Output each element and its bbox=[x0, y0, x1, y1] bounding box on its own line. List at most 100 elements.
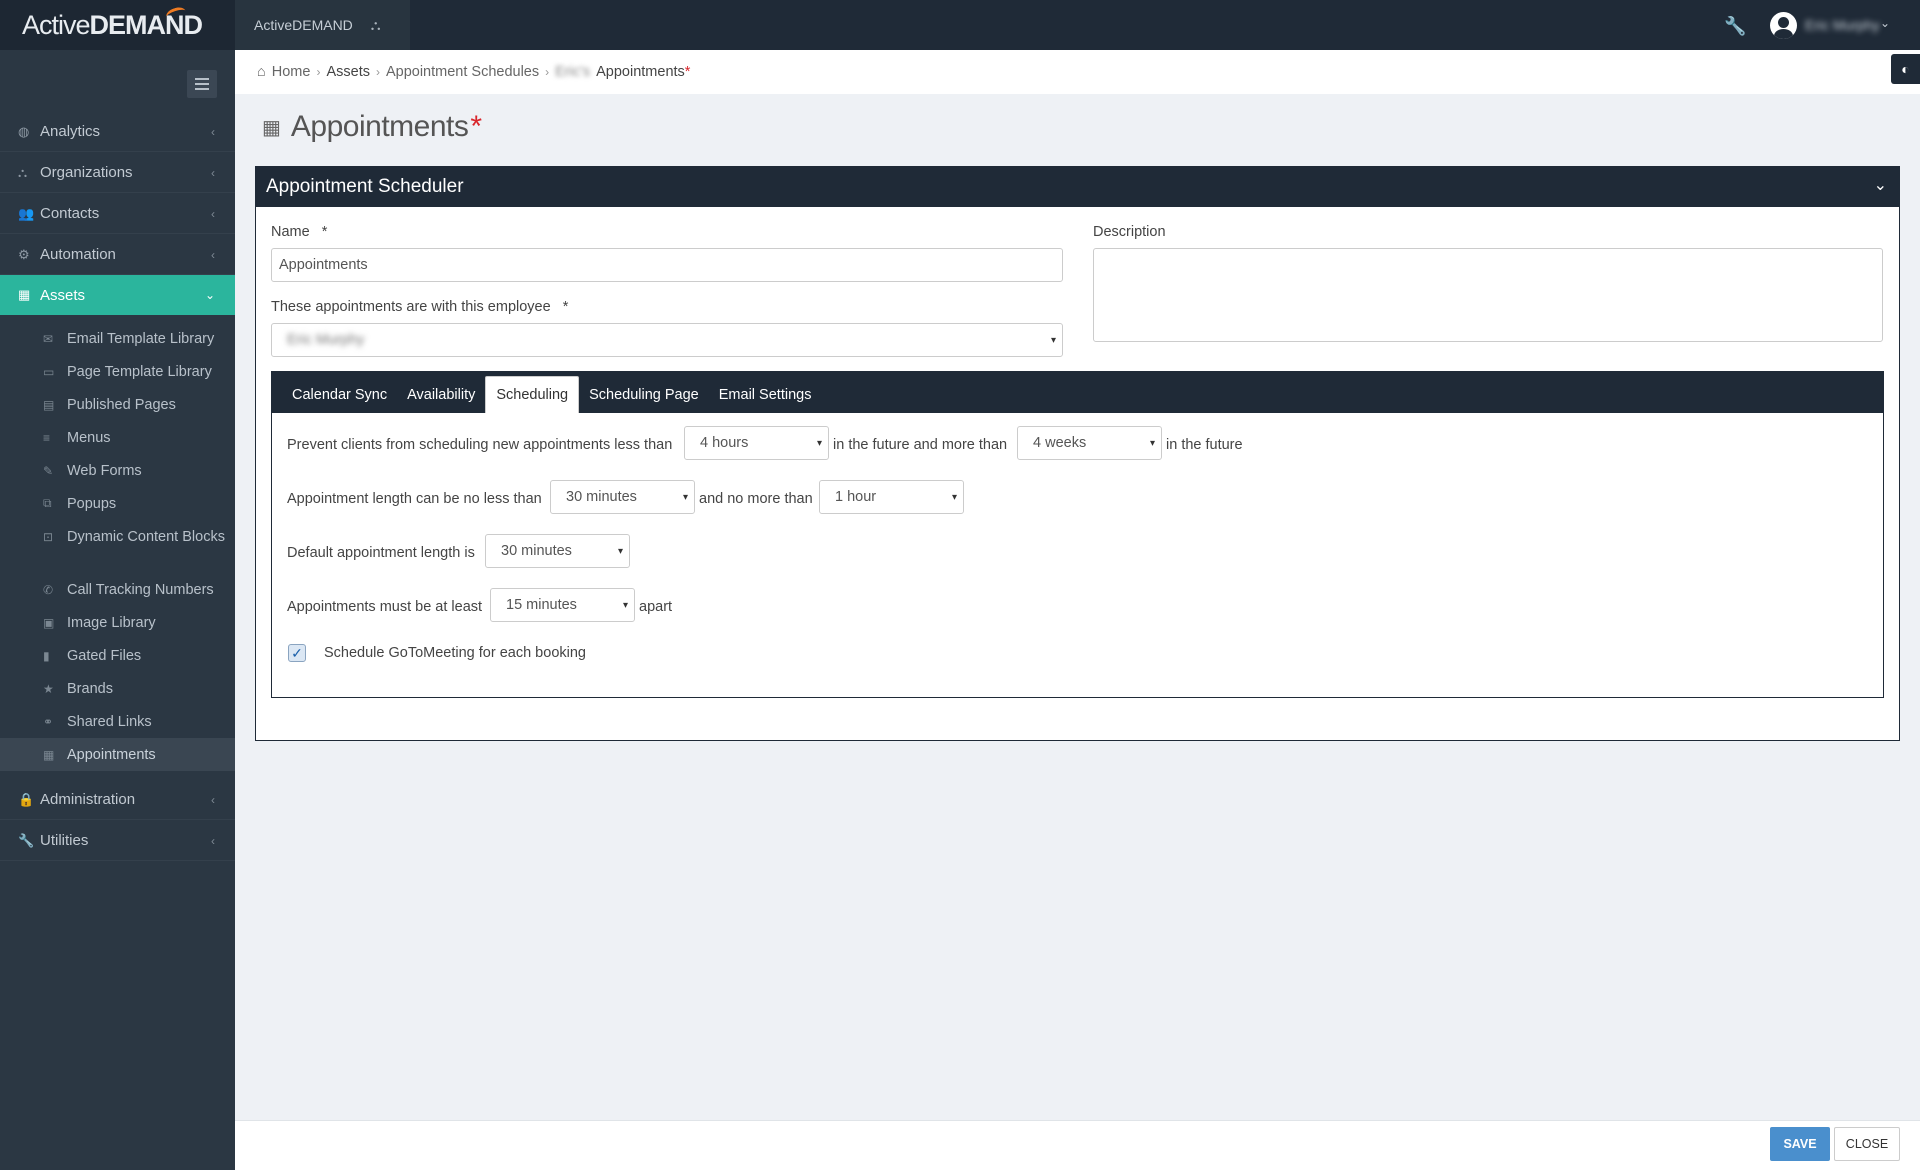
gotomeeting-label[interactable]: Schedule GoToMeeting for each booking bbox=[324, 645, 586, 661]
page-title-text: Appointments bbox=[290, 110, 469, 143]
sidebar-subitem-web-forms[interactable]: ✎ Web Forms bbox=[0, 454, 235, 487]
page-title: ▦ Appointments * bbox=[262, 110, 482, 144]
name-input[interactable]: Appointments bbox=[271, 248, 1063, 282]
sidebar-subitem-label: Popups bbox=[67, 495, 117, 512]
sidebar-item-organizations[interactable]: ⛬ Organizations ‹ bbox=[0, 153, 235, 193]
min-notice-select[interactable]: 4 hours ▾ bbox=[684, 426, 829, 460]
footer-bar bbox=[235, 1120, 1920, 1170]
min-length-label: Appointment length can be no less than bbox=[287, 491, 542, 507]
chevron-down-icon[interactable]: ⌄ bbox=[1874, 175, 1887, 195]
save-button[interactable]: SAVE bbox=[1770, 1127, 1830, 1161]
activedemand-logo[interactable]: Active DEMAND bbox=[0, 0, 235, 50]
settings-tabs: Calendar Sync Availability Scheduling Sc… bbox=[271, 371, 1884, 698]
envelope-icon: ✉ bbox=[43, 331, 54, 346]
min-notice-label: Prevent clients from scheduling new appo… bbox=[287, 437, 673, 453]
hamburger-icon-line bbox=[195, 78, 209, 80]
chevron-down-icon[interactable]: ⌄ bbox=[1880, 16, 1890, 30]
employee-label-text: These appointments are with this employe… bbox=[271, 299, 551, 315]
sidebar-subitem-gated-files[interactable]: ▮ Gated Files bbox=[0, 639, 235, 672]
sidebar-subitem-dynamic-content-blocks[interactable]: ⊡ Dynamic Content Blocks bbox=[0, 520, 235, 553]
tab-scheduling[interactable]: Scheduling bbox=[485, 376, 580, 413]
buffer-value: 15 minutes bbox=[506, 597, 577, 613]
sidebar-toggle-button[interactable] bbox=[187, 70, 217, 98]
sidebar-subitem-email-template-library[interactable]: ✉ Email Template Library bbox=[0, 322, 235, 355]
page-icon: ▭ bbox=[43, 364, 55, 379]
max-advance-select[interactable]: 4 weeks ▾ bbox=[1017, 426, 1162, 460]
circle-arrow-left-icon: ◐ bbox=[1901, 61, 1910, 77]
close-button[interactable]: CLOSE bbox=[1834, 1127, 1900, 1161]
breadcrumb-home[interactable]: Home bbox=[272, 64, 311, 80]
breadcrumb-assets[interactable]: Assets bbox=[326, 64, 370, 80]
description-label: Description bbox=[1093, 224, 1166, 240]
appointment-scheduler-panel: Appointment Scheduler ⌄ Name * Appointmen… bbox=[255, 166, 1900, 741]
sidebar-subitem-menus[interactable]: ≡ Menus bbox=[0, 421, 235, 454]
description-textarea[interactable] bbox=[1093, 248, 1883, 342]
sidebar-subitem-popups[interactable]: ⧉ Popups bbox=[0, 487, 235, 520]
wrench-icon: 🔧 bbox=[18, 832, 35, 848]
sidebar-item-assets[interactable]: ▦ Assets ⌄ bbox=[0, 275, 235, 315]
tab-calendar-sync[interactable]: Calendar Sync bbox=[282, 376, 397, 413]
sidebar-item-analytics[interactable]: ◍ Analytics ‹ bbox=[0, 112, 235, 152]
apart-label: apart bbox=[639, 599, 673, 615]
tab-availability[interactable]: Availability bbox=[397, 376, 485, 413]
hamburger-icon-line bbox=[195, 83, 209, 85]
sidebar-item-administration[interactable]: 🔒 Administration ‹ bbox=[0, 780, 235, 820]
chevron-left-icon: ‹ bbox=[211, 792, 215, 807]
image-icon: ▣ bbox=[43, 615, 55, 630]
menu-icon: ≡ bbox=[43, 430, 51, 445]
star-icon: ★ bbox=[43, 681, 54, 696]
sidebar-subitem-brands[interactable]: ★ Brands bbox=[0, 672, 235, 705]
in-the-future-label: in the future bbox=[1166, 437, 1243, 453]
sidebar-subitem-label: Published Pages bbox=[67, 396, 176, 413]
sidebar-subitem-label: Brands bbox=[67, 680, 113, 697]
user-name[interactable]: Eric Murphy bbox=[1805, 17, 1880, 33]
max-length-label: and no more than bbox=[699, 491, 813, 507]
default-length-select[interactable]: 30 minutes ▾ bbox=[485, 534, 630, 568]
sidebar-subitem-label: Appointments bbox=[67, 746, 156, 763]
sidebar-subitem-label: Page Template Library bbox=[67, 363, 212, 380]
panel-header[interactable]: Appointment Scheduler ⌄ bbox=[256, 167, 1899, 207]
sidebar-subitem-label: Menus bbox=[67, 429, 111, 446]
required-indicator: * bbox=[562, 299, 569, 315]
breadcrumb-separator: › bbox=[375, 65, 380, 79]
tab-email-settings[interactable]: Email Settings bbox=[709, 376, 822, 413]
sidebar-subitem-label: Web Forms bbox=[67, 462, 142, 479]
min-length-select[interactable]: 30 minutes ▾ bbox=[550, 480, 695, 514]
unsaved-indicator: * bbox=[684, 64, 691, 80]
tab-scheduling-page[interactable]: Scheduling Page bbox=[579, 376, 709, 413]
collapse-panel-button[interactable]: ◐ bbox=[1891, 54, 1920, 84]
employee-select[interactable]: Eric Murphy ▾ bbox=[271, 323, 1063, 357]
chevron-left-icon: ‹ bbox=[211, 206, 215, 221]
users-icon: 👥 bbox=[18, 205, 35, 221]
sidebar-subitem-published-pages[interactable]: ▤ Published Pages bbox=[0, 388, 235, 421]
sidebar-subitem-image-library[interactable]: ▣ Image Library bbox=[0, 606, 235, 639]
sidebar-subitem-shared-links[interactable]: ⚭ Shared Links bbox=[0, 705, 235, 738]
max-length-value: 1 hour bbox=[835, 489, 877, 505]
sidebar-subitem-label: Image Library bbox=[67, 614, 156, 631]
check-icon: ✓ bbox=[291, 644, 303, 661]
sidebar-item-automation[interactable]: ⚙ Automation ‹ bbox=[0, 235, 235, 275]
sidebar-subitem-call-tracking-numbers[interactable]: ✆ Call Tracking Numbers bbox=[0, 573, 235, 606]
sidebar-subitem-appointments[interactable]: ▦ Appointments bbox=[0, 738, 235, 771]
default-length-value: 30 minutes bbox=[501, 543, 572, 559]
breadcrumb-appointment-schedules[interactable]: Appointment Schedules bbox=[386, 64, 539, 80]
user-avatar-icon[interactable] bbox=[1770, 12, 1797, 39]
gears-icon: ⚙ bbox=[18, 246, 30, 262]
wrench-icon[interactable]: 🔧 bbox=[1724, 16, 1746, 37]
sidebar-subitem-page-template-library[interactable]: ▭ Page Template Library bbox=[0, 355, 235, 388]
gotomeeting-checkbox[interactable]: ✓ bbox=[288, 644, 306, 662]
home-icon[interactable]: ⌂ bbox=[257, 64, 266, 80]
max-advance-value: 4 weeks bbox=[1033, 435, 1087, 451]
sidebar-item-label: Administration bbox=[40, 791, 136, 808]
sidebar-item-utilities[interactable]: 🔧 Utilities ‹ bbox=[0, 821, 235, 861]
buffer-select[interactable]: 15 minutes ▾ bbox=[490, 588, 635, 622]
list-alt-icon: ▤ bbox=[43, 397, 55, 412]
default-length-label: Default appointment length is bbox=[287, 545, 475, 561]
app-switcher[interactable]: ActiveDEMAND ⛬ bbox=[235, 0, 410, 50]
sidebar-item-label: Organizations bbox=[40, 164, 133, 181]
block-icon: ⊡ bbox=[43, 529, 54, 544]
edit-icon: ✎ bbox=[43, 463, 54, 478]
max-length-select[interactable]: 1 hour ▾ bbox=[819, 480, 964, 514]
sidebar-item-contacts[interactable]: 👥 Contacts ‹ bbox=[0, 194, 235, 234]
buffer-label: Appointments must be at least bbox=[287, 599, 483, 615]
